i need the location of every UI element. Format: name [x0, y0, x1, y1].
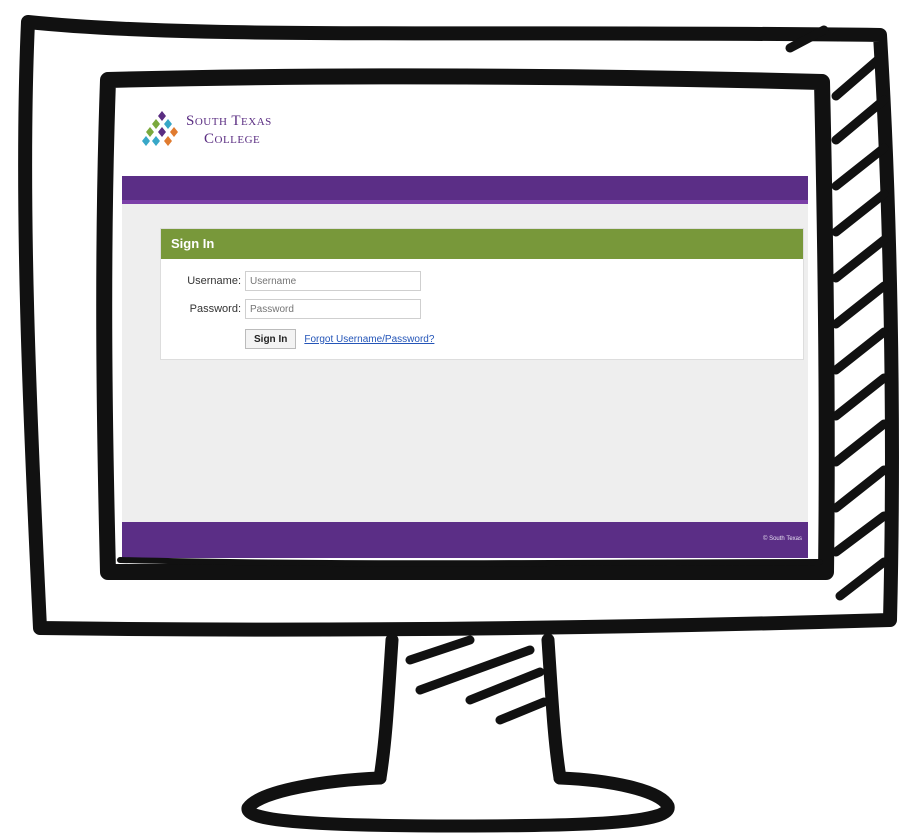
sign-in-button[interactable]: Sign In — [245, 329, 297, 349]
site-header: South Texas College — [122, 92, 808, 176]
logo-text-line2: College — [204, 131, 261, 147]
illustration-stage: South Texas College Sign In Username: Pa… — [0, 0, 907, 833]
password-label: Password: — [189, 303, 241, 315]
forgot-password-link[interactable]: Forgot Username/Password? — [304, 334, 434, 345]
monitor-screen: South Texas College Sign In Username: Pa… — [122, 92, 808, 558]
username-label: Username: — [187, 275, 241, 287]
diamond-cluster-logo-icon — [142, 111, 178, 146]
password-row: Password: — [161, 297, 421, 321]
password-input[interactable] — [245, 299, 421, 319]
username-input[interactable] — [245, 271, 421, 291]
logo-wordmark: South Texas College — [186, 112, 272, 148]
college-logo[interactable]: South Texas College — [142, 108, 322, 152]
site-footer: © South Texas — [122, 522, 808, 558]
signin-panel-title: Sign In — [161, 229, 803, 259]
header-nav-bar — [122, 176, 808, 204]
footer-copyright: © South Texas — [763, 536, 802, 542]
signin-actions: Sign In Forgot Username/Password? — [245, 327, 434, 351]
username-row: Username: — [161, 269, 421, 293]
logo-text-line1: South Texas — [186, 113, 272, 129]
main-content: Sign In Username: Password: Sign In Forg… — [122, 204, 808, 522]
signin-panel: Sign In Username: Password: Sign In Forg… — [160, 228, 804, 360]
